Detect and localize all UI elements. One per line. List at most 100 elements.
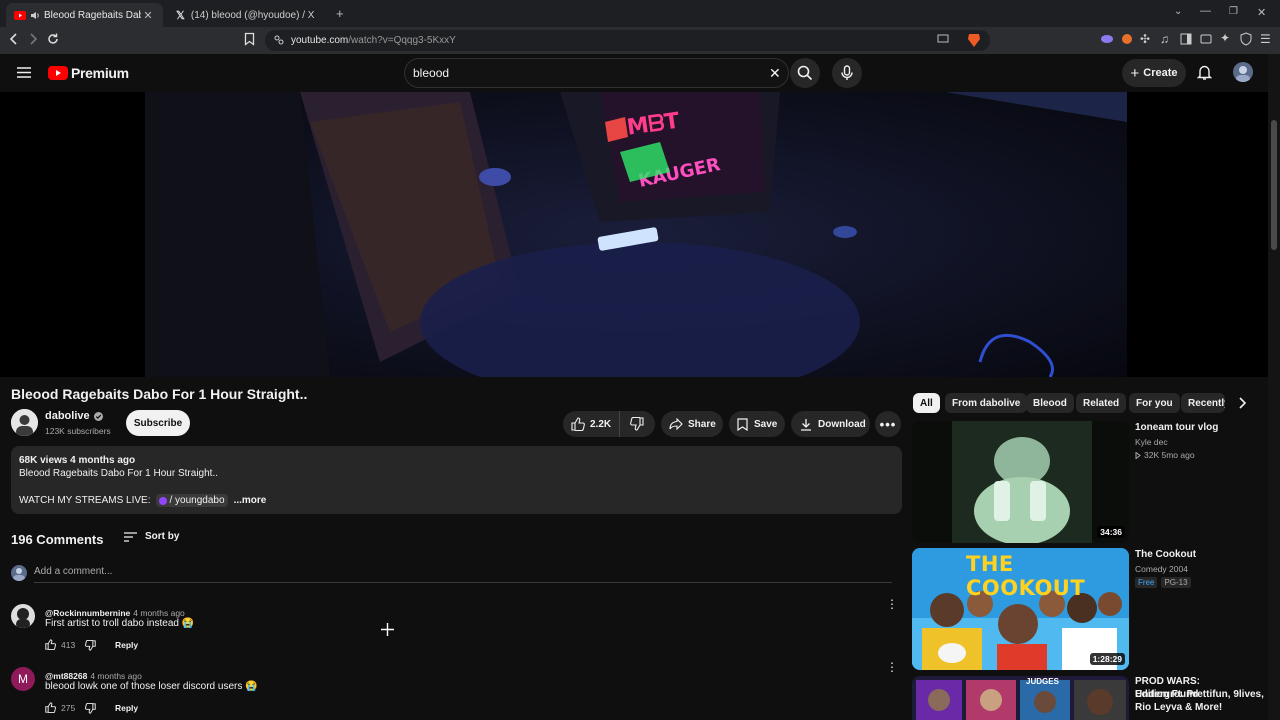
related-video-thumbnail[interactable]: THE COOKOUT 1:28:29 xyxy=(912,548,1129,670)
new-tab-icon[interactable]: + xyxy=(336,6,344,21)
comment-input-underline xyxy=(34,582,892,583)
sidebar-panel-icon[interactable] xyxy=(1180,33,1192,45)
dislike-button[interactable] xyxy=(620,411,654,437)
comment-dislike-icon[interactable] xyxy=(85,703,96,714)
add-comment-input[interactable]: Add a comment... xyxy=(34,566,112,577)
subscribe-button[interactable]: Subscribe xyxy=(126,410,190,436)
channel-avatar[interactable] xyxy=(11,409,38,436)
share-button[interactable]: Share xyxy=(661,411,723,437)
reload-icon[interactable] xyxy=(46,32,60,46)
close-tab-icon[interactable]: ✕ xyxy=(141,9,155,22)
related-video-title[interactable]: 1oneam tour vlog xyxy=(1135,421,1255,434)
extension-wallet-icon[interactable] xyxy=(1101,33,1113,45)
chip-related[interactable]: Related xyxy=(1076,393,1127,413)
vpn-shield-icon[interactable] xyxy=(1240,32,1252,46)
thumbs-down-icon xyxy=(630,417,644,431)
sort-comments-button[interactable]: Sort by xyxy=(124,531,179,542)
comment-time[interactable]: 4 months ago xyxy=(133,608,185,618)
related-video-channel[interactable]: Comedy 2004 xyxy=(1135,564,1188,574)
comment-menu-icon[interactable]: ⋮ xyxy=(886,598,898,610)
comment-like-icon[interactable] xyxy=(45,639,56,650)
search-icon xyxy=(797,65,813,81)
voice-search-button[interactable] xyxy=(832,58,862,88)
chip-all[interactable]: All xyxy=(913,393,940,413)
youtube-favicon-icon xyxy=(14,10,26,20)
speaker-icon xyxy=(30,11,40,20)
chip-for-you[interactable]: For you xyxy=(1129,393,1180,413)
youtube-logo[interactable]: Premium xyxy=(48,65,129,81)
commenter-avatar[interactable] xyxy=(11,604,35,628)
related-video-title[interactable]: The Cookout xyxy=(1135,548,1255,561)
browser-tab-x[interactable]: 𝕏 (14) bleood (@hyoudoe) / X xyxy=(168,3,328,27)
like-dislike-group: 2.2K xyxy=(563,411,655,437)
comment-author[interactable]: @Rockinnumbernine xyxy=(45,608,130,618)
twitch-icon xyxy=(158,496,167,505)
clear-search-icon[interactable]: ✕ xyxy=(769,65,781,82)
bookmark-icon[interactable] xyxy=(244,32,255,46)
video-player[interactable]: ꓒMᗷT KAUGER xyxy=(0,92,1268,377)
address-bar[interactable]: youtube.com/watch?v=Qqqg3-5KxxY xyxy=(265,30,990,51)
related-video-thumbnail[interactable]: 34:36 xyxy=(912,421,1129,543)
create-button[interactable]: + Create xyxy=(1122,59,1186,87)
related-video-stats: 32K 5mo ago xyxy=(1135,450,1195,460)
free-badge: Free xyxy=(1135,577,1158,588)
reply-button[interactable]: Reply xyxy=(115,640,138,650)
more-actions-button[interactable]: ••• xyxy=(875,411,901,437)
leo-ai-icon[interactable]: ✦ xyxy=(1220,31,1230,45)
comment-author[interactable]: @mt88268 xyxy=(45,671,87,681)
extensions-puzzle-icon[interactable]: ✣ xyxy=(1140,32,1150,46)
brave-shield-icon[interactable] xyxy=(966,32,982,48)
comment-like-icon[interactable] xyxy=(45,702,56,713)
channel-name[interactable]: dabolive xyxy=(45,410,90,422)
commenter-avatar[interactable]: M xyxy=(11,667,35,691)
chip-from-channel[interactable]: From dabolive xyxy=(945,393,1028,413)
guide-menu-icon[interactable] xyxy=(17,67,31,78)
description-line-2: WATCH MY STREAMS LIVE: xyxy=(19,495,151,506)
related-video-title-line-2[interactable]: Edition Ft. Prettifun, 9lives, xyxy=(1135,688,1270,701)
extension-fox-icon[interactable] xyxy=(1121,33,1133,45)
tab-title: (14) bleood (@hyoudoe) / X xyxy=(190,9,315,21)
like-button[interactable]: 2.2K xyxy=(563,411,620,437)
browser-toolbar: youtube.com/watch?v=Qqqg3-5KxxY ✣ ♫ ✦ ☰ xyxy=(0,27,1280,54)
site-info-icon[interactable] xyxy=(273,34,285,46)
related-video-title-line-3[interactable]: Rio Leyva & More! xyxy=(1135,701,1255,714)
stream-link[interactable]: / youngdabo xyxy=(155,494,228,507)
related-video-badges: Free PG-13 xyxy=(1135,577,1191,588)
wallet-icon[interactable] xyxy=(1200,33,1212,45)
related-video-thumbnail[interactable]: JUDGES xyxy=(912,676,1129,720)
tab-search-chevron-icon[interactable]: ⌄ xyxy=(1174,6,1182,17)
reply-button[interactable]: Reply xyxy=(115,703,138,713)
notifications-bell-icon[interactable] xyxy=(1197,64,1212,81)
tab-title: Bleood Ragebaits Dabo For 1 xyxy=(44,9,141,21)
subscribe-label: Subscribe xyxy=(133,417,183,429)
media-note-icon[interactable]: ♫ xyxy=(1160,32,1169,46)
video-title: Bleood Ragebaits Dabo For 1 Hour Straigh… xyxy=(11,386,308,402)
forward-icon[interactable] xyxy=(26,31,40,47)
search-button[interactable] xyxy=(790,58,820,88)
chip-recently[interactable]: Recently xyxy=(1181,393,1225,413)
chip-bleood[interactable]: Bleood xyxy=(1026,393,1074,413)
related-video-channel[interactable]: Kyle dec xyxy=(1135,437,1168,447)
comment-text: bleood lowk one of those loser discord u… xyxy=(45,681,258,692)
description-box[interactable]: 68K views 4 months ago Bleood Ragebaits … xyxy=(11,446,902,514)
comment-dislike-icon[interactable] xyxy=(85,640,96,651)
show-more-link[interactable]: ...more xyxy=(234,494,267,507)
menu-hamburger-icon[interactable]: ☰ xyxy=(1260,32,1271,46)
account-avatar[interactable] xyxy=(1233,62,1253,82)
close-window-icon[interactable]: ✕ xyxy=(1257,6,1266,19)
minimize-icon[interactable]: — xyxy=(1200,5,1211,17)
verified-check-icon xyxy=(93,411,103,421)
comment-time[interactable]: 4 months ago xyxy=(90,671,142,681)
maximize-icon[interactable]: ❐ xyxy=(1229,6,1238,17)
microphone-icon xyxy=(841,65,853,81)
comment-menu-icon[interactable]: ⋮ xyxy=(886,661,898,673)
chip-scroll-right-icon[interactable] xyxy=(1237,397,1247,409)
cast-icon[interactable] xyxy=(937,34,949,45)
save-label: Save xyxy=(754,418,778,430)
back-icon[interactable] xyxy=(7,31,21,47)
search-input[interactable]: bleood ✕ xyxy=(404,58,789,88)
page-scrollbar-thumb[interactable] xyxy=(1271,120,1277,250)
save-button[interactable]: Save xyxy=(729,411,785,437)
browser-tab-youtube[interactable]: Bleood Ragebaits Dabo For 1 ✕ xyxy=(6,3,163,27)
download-button[interactable]: Download xyxy=(791,411,870,437)
